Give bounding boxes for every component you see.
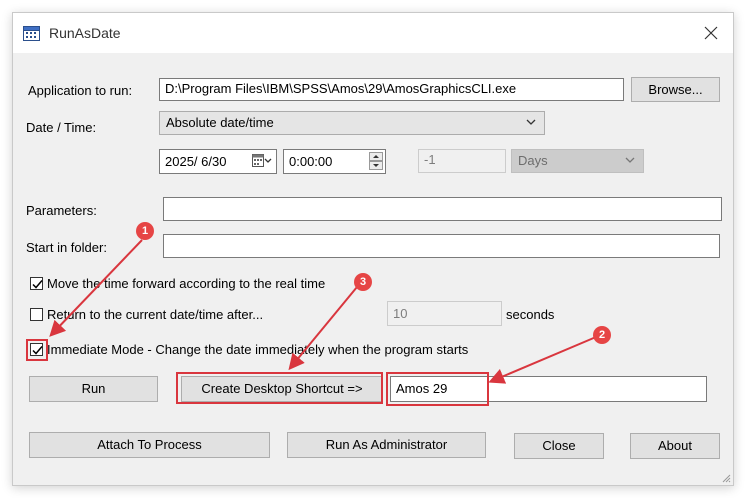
badge-3: 3 [354,273,372,291]
arrow-3 [288,286,358,371]
badge-1: 1 [136,222,154,240]
badge-2: 2 [593,326,611,344]
arrow-2 [488,336,597,384]
arrow-1 [49,239,143,337]
annotation-arrows [49,239,597,384]
